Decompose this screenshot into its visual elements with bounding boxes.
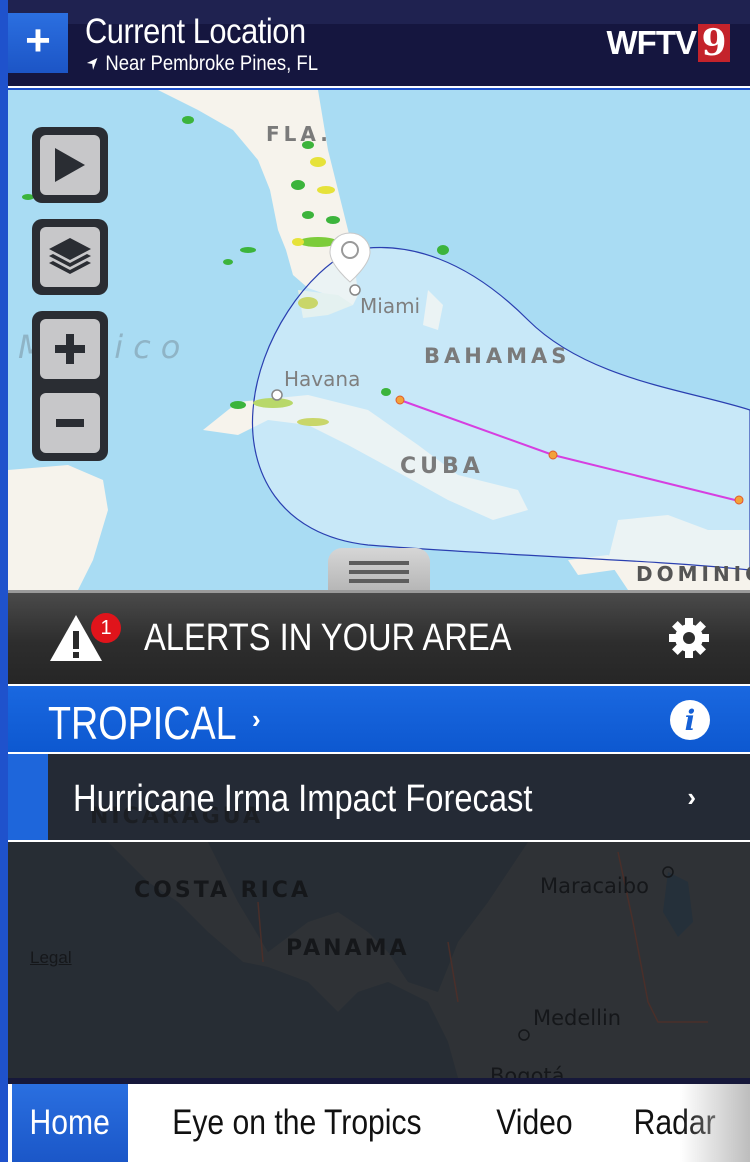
miami-marker xyxy=(349,284,361,296)
tab-label: Radar xyxy=(633,1103,716,1142)
city-medellin: Medellin xyxy=(533,1006,622,1030)
layers-icon xyxy=(49,238,91,274)
tab-label: Home xyxy=(29,1103,111,1142)
track-point xyxy=(395,395,405,405)
forecast-cone xyxy=(251,247,750,571)
tab-video[interactable]: Video xyxy=(466,1084,603,1162)
handle-line xyxy=(349,561,409,565)
plus-icon xyxy=(55,334,85,364)
location-name: Near Pembroke Pines, FL xyxy=(105,52,318,75)
radar-map[interactable]: FLA. Mexico BAHAMAS CUBA DOMINIC Miami H… xyxy=(8,90,750,590)
label-cuba: CUBA xyxy=(400,454,484,479)
layers-button[interactable] xyxy=(40,227,100,287)
minus-icon xyxy=(56,419,84,427)
city-miami: Miami xyxy=(360,294,421,318)
location-subtitle[interactable]: Near Pembroke Pines, FL xyxy=(86,52,318,76)
plus-icon: + xyxy=(25,16,51,65)
track-point xyxy=(548,450,558,460)
play-control xyxy=(32,127,108,203)
tab-label: Video xyxy=(496,1103,573,1142)
label-bahamas: BAHAMAS xyxy=(424,344,571,368)
mexico-coast xyxy=(8,465,108,590)
tab-label: Eye on the Tropics xyxy=(172,1103,422,1142)
play-button[interactable] xyxy=(40,135,100,195)
logo-number: 9 xyxy=(698,24,730,62)
add-location-button[interactable]: + xyxy=(8,13,68,73)
zoom-in-button[interactable] xyxy=(40,319,100,379)
header: + Current Location Near Pembroke Pines, … xyxy=(8,0,750,88)
forecast-list-item[interactable]: NICARAGUA Hurricane Irma Impact Forecast… xyxy=(8,754,750,842)
forecast-item-title: Hurricane Irma Impact Forecast xyxy=(73,778,533,820)
play-icon xyxy=(55,148,85,182)
drawer-handle[interactable] xyxy=(328,548,430,590)
label-panama: PANAMA xyxy=(286,936,410,961)
left-edge xyxy=(0,0,8,1162)
chevron-right-icon: › xyxy=(252,704,261,734)
tab-alerts[interactable]: Ale xyxy=(746,1084,750,1162)
havana-marker xyxy=(271,389,283,401)
chevron-right-icon: › xyxy=(687,782,696,812)
tab-eye-on-the-tropics[interactable]: Eye on the Tropics xyxy=(128,1084,466,1162)
alerts-bar[interactable]: 1 ALERTS IN YOUR AREA xyxy=(8,590,750,684)
handle-line xyxy=(349,579,409,583)
tab-radar[interactable]: Radar xyxy=(603,1084,746,1162)
location-title[interactable]: Current Location xyxy=(85,12,306,52)
handle-line xyxy=(349,570,409,574)
forecast-item-body: NICARAGUA Hurricane Irma Impact Forecast… xyxy=(48,754,750,840)
tab-home[interactable]: Home xyxy=(12,1084,128,1162)
alert-count-badge: 1 xyxy=(91,613,121,643)
zoom-out-button[interactable] xyxy=(40,393,100,453)
wftv-logo: WFTV 9 xyxy=(607,24,730,62)
bottom-tab-bar: Home Eye on the Tropics Video Radar Ale xyxy=(8,1078,750,1162)
layers-control xyxy=(32,219,108,295)
dimmed-map-area[interactable]: COSTA RICA PANAMA Maracaibo Medellin Bog… xyxy=(8,842,750,1078)
app: + Current Location Near Pembroke Pines, … xyxy=(0,0,750,1162)
label-costa-rica: COSTA RICA xyxy=(134,878,311,903)
location-arrow-icon xyxy=(86,58,98,70)
tropical-title: TROPICAL xyxy=(48,697,237,749)
zoom-control xyxy=(32,311,108,461)
city-bogota: Bogotá xyxy=(490,1064,565,1078)
track-point xyxy=(734,495,744,505)
city-maracaibo: Maracaibo xyxy=(540,874,649,898)
info-icon[interactable]: i xyxy=(670,700,710,740)
label-florida: FLA. xyxy=(266,122,332,146)
gear-icon[interactable] xyxy=(668,617,710,659)
logo-text: WFTV xyxy=(606,24,697,61)
alerts-title: ALERTS IN YOUR AREA xyxy=(144,617,512,659)
legal-link[interactable]: Legal xyxy=(30,948,72,968)
tropical-section-header[interactable]: TROPICAL › i xyxy=(8,684,750,754)
label-dominican: DOMINIC xyxy=(636,562,750,586)
city-havana: Havana xyxy=(284,367,361,391)
